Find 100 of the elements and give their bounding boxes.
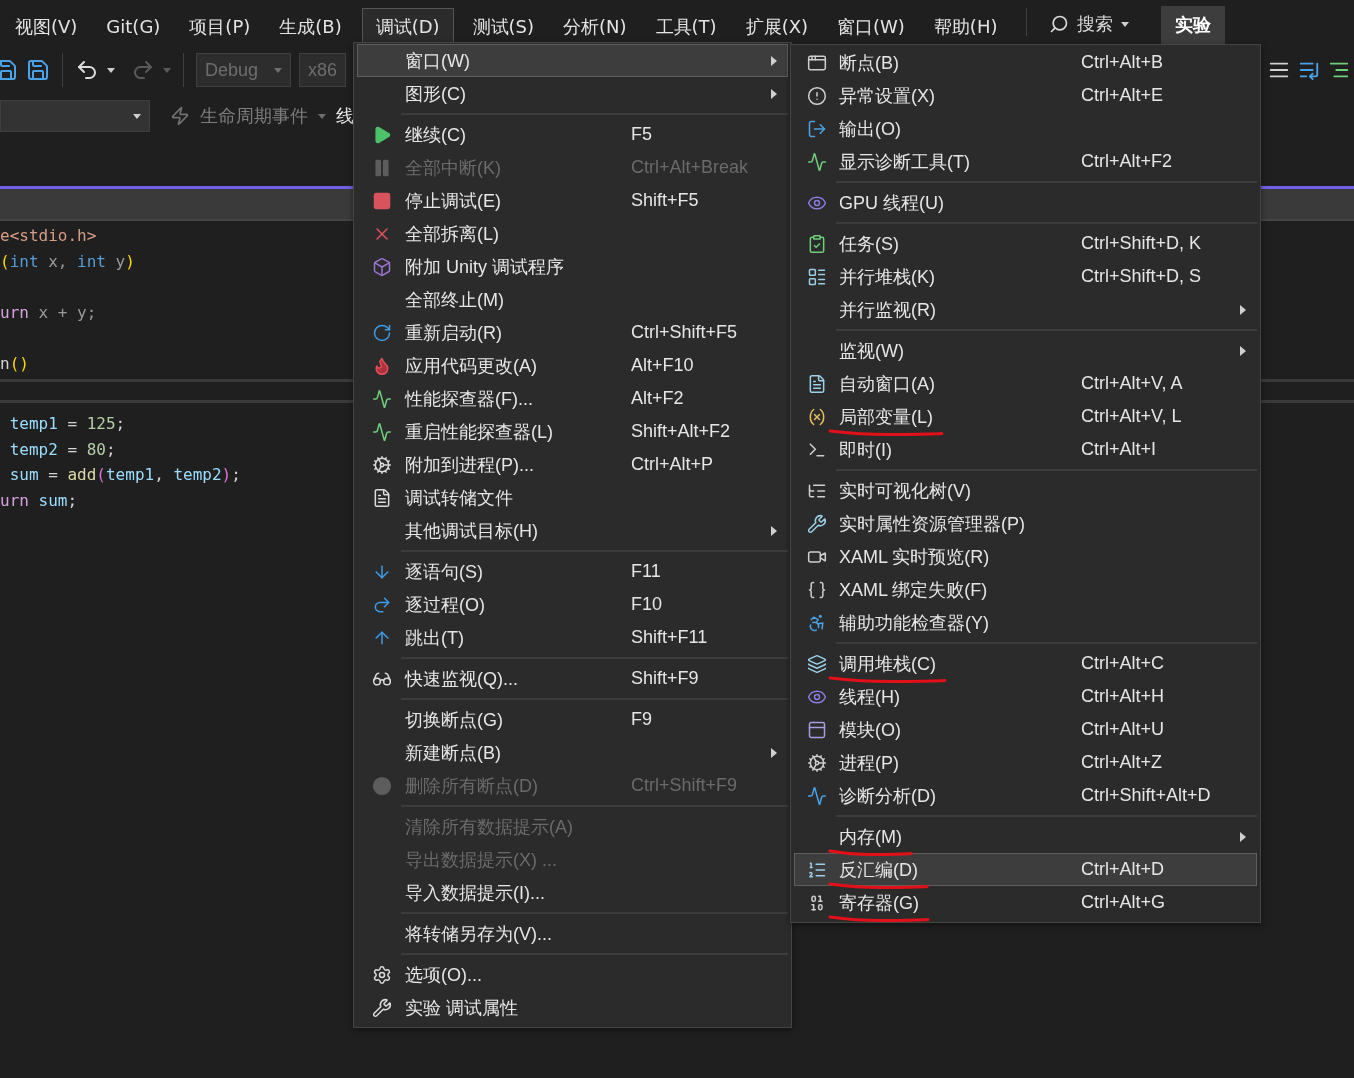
code-line: urn sum; xyxy=(0,489,78,512)
menu-item[interactable]: 并行堆栈(K) Ctrl+Shift+D, S xyxy=(794,260,1257,293)
menu-bar-item[interactable]: Git(G) xyxy=(92,8,175,44)
document-icon xyxy=(807,373,827,394)
menu-item[interactable]: 局部变量(L) Ctrl+Alt+V, L xyxy=(794,400,1257,433)
menu-item[interactable]: 将转储另存为(V)... xyxy=(357,917,788,950)
menu-item[interactable]: 附加到进程(P)... Ctrl+Alt+P xyxy=(357,448,788,481)
menu-item[interactable]: 寄存器(G) Ctrl+Alt+G xyxy=(794,886,1257,919)
menu-item[interactable]: 附加 Unity 调试程序 xyxy=(357,250,788,283)
undo-icon[interactable] xyxy=(75,58,99,82)
chart-icon xyxy=(807,151,827,172)
save-all-icon[interactable] xyxy=(26,58,50,82)
menu-item[interactable]: 显示诊断工具(T) Ctrl+Alt+F2 xyxy=(794,145,1257,178)
shortcut-text: Ctrl+Alt+D xyxy=(1081,859,1166,880)
menu-item[interactable]: 其他调试目标(H) xyxy=(357,514,788,547)
layers-icon xyxy=(807,653,827,674)
menu-item[interactable]: 任务(S) Ctrl+Shift+D, K xyxy=(794,227,1257,260)
shortcut-text: Shift+F9 xyxy=(631,668,700,689)
shortcut-text: Ctrl+Alt+B xyxy=(1081,52,1165,73)
menu-item[interactable]: 应用代码更改(A) Alt+F10 xyxy=(357,349,788,382)
shortcut-text: Ctrl+Alt+E xyxy=(1081,85,1165,106)
menu-item[interactable]: 图形(C) xyxy=(357,77,788,110)
menu-item[interactable]: 继续(C) F5 xyxy=(357,118,788,151)
menu-bar-item[interactable]: 视图(V) xyxy=(1,8,92,44)
menu-item[interactable]: 断点(B) Ctrl+Alt+B xyxy=(794,46,1257,79)
stop-icon xyxy=(371,190,392,211)
shortcut-text: Ctrl+Shift+Alt+D xyxy=(1081,785,1212,806)
menu-item[interactable]: 实时可视化树(V) xyxy=(794,474,1257,507)
menu-item[interactable]: 内存(M) xyxy=(794,820,1257,853)
cube-icon xyxy=(371,256,392,277)
menu-item[interactable]: XAML 绑定失败(F) xyxy=(794,573,1257,606)
menu-bar-item[interactable]: 帮助(H) xyxy=(919,8,1012,44)
menu-item[interactable]: 输出(O) xyxy=(794,112,1257,145)
menu-item[interactable]: 性能探查器(F)... Alt+F2 xyxy=(357,382,788,415)
menu-item[interactable]: 进程(P) Ctrl+Alt+Z xyxy=(794,746,1257,779)
search-button[interactable]: 搜索 xyxy=(1039,4,1140,44)
menu-item[interactable]: 停止调试(E) Shift+F5 xyxy=(357,184,788,217)
menu-item[interactable]: 并行监视(R) xyxy=(794,293,1257,326)
shortcut-text: Ctrl+Alt+I xyxy=(1081,439,1158,460)
menu-bar-item[interactable]: 项目(P) xyxy=(175,8,265,44)
menu-bar-item[interactable]: 测试(S) xyxy=(458,8,549,44)
shortcut-text: Ctrl+Alt+G xyxy=(1081,892,1167,913)
menu-item[interactable]: 自动窗口(A) Ctrl+Alt+V, A xyxy=(794,367,1257,400)
menu-item[interactable]: 调试转储文件 xyxy=(357,481,788,514)
menu-item[interactable]: 即时(I) Ctrl+Alt+I xyxy=(794,433,1257,466)
braces-icon xyxy=(807,579,827,600)
menu-item[interactable]: 模块(O) Ctrl+Alt+U xyxy=(794,713,1257,746)
gear-icon xyxy=(807,752,827,773)
menu-item[interactable]: 实验 调试属性 xyxy=(357,991,788,1024)
menu-item[interactable]: 重新启动(R) Ctrl+Shift+F5 xyxy=(357,316,788,349)
menu-bar-item[interactable]: 调试(D) xyxy=(361,8,454,44)
menu-item[interactable]: GPU 线程(U) xyxy=(794,186,1257,219)
save-icon[interactable] xyxy=(0,58,18,82)
menu-item[interactable]: 线程(H) Ctrl+Alt+H xyxy=(794,680,1257,713)
menu-item[interactable]: 反汇编(D) Ctrl+Alt+D xyxy=(794,853,1257,886)
menu-item[interactable]: XAML 实时预览(R) xyxy=(794,540,1257,573)
menu-item[interactable]: 全部拆离(L) xyxy=(357,217,788,250)
code-line: temp2 = 80; xyxy=(8,438,116,461)
menu-item[interactable]: 导入数据提示(I)... xyxy=(357,876,788,909)
menu-item[interactable]: 全部终止(M) xyxy=(357,283,788,316)
event-icon xyxy=(170,106,190,126)
chart-icon xyxy=(371,421,392,442)
menu-item[interactable]: 辅助功能检查器(Y) xyxy=(794,606,1257,639)
caret-icon xyxy=(133,113,141,119)
shortcut-text: Ctrl+Alt+H xyxy=(1081,686,1166,707)
menu-item[interactable]: 重启性能探查器(L) Shift+Alt+F2 xyxy=(357,415,788,448)
menu-bar-item[interactable]: 扩展(X) xyxy=(731,8,822,44)
window-icon xyxy=(807,719,827,740)
menu-bar-item[interactable]: 生成(B) xyxy=(265,8,356,44)
menu-item[interactable]: 调用堆栈(C) Ctrl+Alt+C xyxy=(794,647,1257,680)
shortcut-text: Ctrl+Alt+P xyxy=(631,454,715,475)
shortcut-text: Ctrl+Alt+U xyxy=(1081,719,1166,740)
menu-item[interactable]: 监视(W) xyxy=(794,334,1257,367)
menu-bar-item[interactable]: 工具(T) xyxy=(641,8,731,44)
menu-item[interactable]: 诊断分析(D) Ctrl+Shift+Alt+D xyxy=(794,779,1257,812)
gears-icon xyxy=(371,454,392,475)
menu-bar-item[interactable]: 窗口(W) xyxy=(823,8,919,44)
menu-bar-item[interactable]: 分析(N) xyxy=(549,8,641,44)
menu-item[interactable]: 逐语句(S) F11 xyxy=(357,555,788,588)
chart-icon xyxy=(807,785,827,806)
shortcut-text: Ctrl+Alt+Z xyxy=(1081,752,1164,773)
menu-item[interactable]: 新建断点(B) xyxy=(357,736,788,769)
menu-item[interactable]: 异常设置(X) Ctrl+Alt+E xyxy=(794,79,1257,112)
caret-icon xyxy=(274,67,283,73)
accessibility-icon xyxy=(807,612,827,633)
menu-item[interactable]: 选项(O)... xyxy=(357,958,788,991)
shortcut-text: Alt+F10 xyxy=(631,355,695,376)
menu-item[interactable]: 实时属性资源管理器(P) xyxy=(794,507,1257,540)
experiment-badge: 实验 xyxy=(1161,6,1226,44)
shortcut-text: Ctrl+Alt+V, A xyxy=(1081,373,1184,394)
menu-item[interactable]: 快速监视(Q)... Shift+F9 xyxy=(357,662,788,695)
menu-item[interactable]: 切换断点(G) F9 xyxy=(357,703,788,736)
search-icon xyxy=(1049,14,1070,34)
menu-item[interactable]: 窗口(W) xyxy=(357,44,788,77)
shortcut-text: Ctrl+Shift+D, S xyxy=(1081,266,1203,287)
redo-icon[interactable] xyxy=(131,58,155,82)
shortcut-text: Ctrl+Shift+F5 xyxy=(631,322,739,343)
menu-item[interactable]: 跳出(T) Shift+F11 xyxy=(357,621,788,654)
variable-icon xyxy=(807,406,827,427)
menu-item[interactable]: 逐过程(O) F10 xyxy=(357,588,788,621)
